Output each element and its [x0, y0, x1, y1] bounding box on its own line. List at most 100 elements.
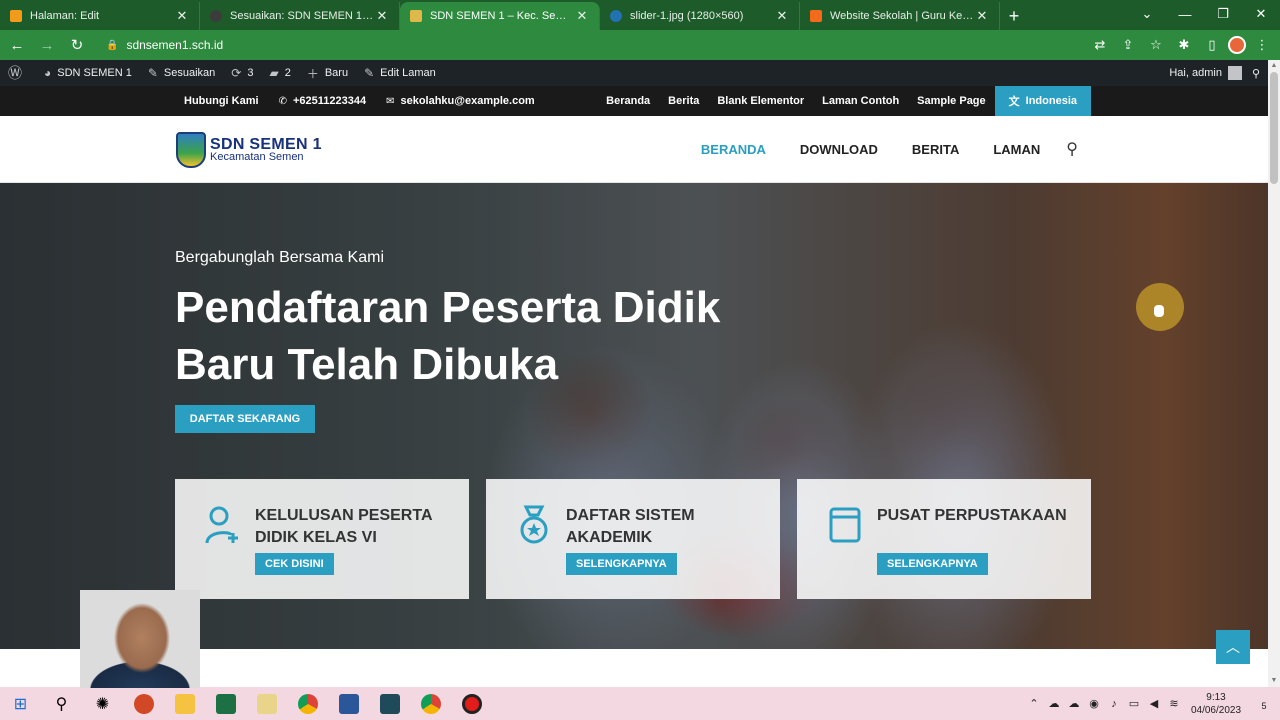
hero-kicker: Bergabunglah Bersama Kami: [175, 249, 385, 266]
tab-title: Halaman: Edit: [30, 10, 100, 22]
nav-download[interactable]: DOWNLOAD: [800, 142, 878, 157]
maximize-icon[interactable]: ❐: [1204, 0, 1242, 28]
powerpoint-icon[interactable]: [123, 687, 164, 720]
notification-icon[interactable]: 5: [1248, 696, 1280, 712]
daftar-sekarang-button[interactable]: DAFTAR SEKARANG: [175, 405, 315, 433]
topbar-link-blank-elementor[interactable]: Blank Elementor: [708, 95, 813, 107]
topbar-link-beranda[interactable]: Beranda: [597, 95, 659, 107]
address-bar[interactable]: 🔒 sdnsemen1.sch.id: [98, 33, 1078, 57]
tab-title: SDN SEMEN 1 – Kec. Semen Kab.: [430, 10, 575, 22]
chevron-up-icon[interactable]: ⌃: [1024, 697, 1044, 710]
cursor-highlight: [1136, 283, 1184, 331]
card-title: PUSAT PERPUSTAKAAN: [877, 507, 1067, 524]
site-logo[interactable]: SDN SEMEN 1 Kecamatan Semen: [176, 132, 322, 168]
word-icon[interactable]: [328, 687, 369, 720]
profile-avatar-icon[interactable]: [1228, 36, 1246, 54]
topbar-link-berita[interactable]: Berita: [659, 95, 708, 107]
browser-tab-active[interactable]: SDN SEMEN 1 – Kec. Semen Kab. ✕: [400, 2, 600, 30]
site-topbar: Hubungi Kami ✆ +62511223344 ✉ sekolahku@ex…: [0, 86, 1268, 116]
search-icon[interactable]: ⚲: [1066, 139, 1078, 159]
email-info[interactable]: ✉ sekolahku@example.com: [386, 95, 535, 107]
record-icon[interactable]: [451, 687, 492, 720]
nav-berita[interactable]: BERITA: [912, 142, 959, 157]
phone-info[interactable]: ✆ +62511223344: [279, 95, 367, 107]
language-switcher[interactable]: 文 Indonesia: [994, 86, 1091, 116]
translate-icon[interactable]: ⇄: [1088, 33, 1112, 57]
browser-tab[interactable]: Website Sekolah | Guru Kediri ✕: [800, 2, 1000, 30]
browser-tab[interactable]: Sesuaikan: SDN SEMEN 1 – Kec. S ✕: [200, 2, 400, 30]
wp-account[interactable]: Hai, admin ⚲: [1169, 60, 1260, 86]
wp-updates[interactable]: ⟳ 3: [223, 60, 261, 86]
wp-edit-page[interactable]: ✎ Edit Laman: [356, 60, 444, 86]
lock-icon: 🔒: [106, 39, 119, 51]
bookmark-star-icon[interactable]: ☆: [1144, 33, 1168, 57]
close-tab-icon[interactable]: ✕: [775, 8, 789, 24]
wp-comments[interactable]: ▰ 2: [261, 60, 298, 86]
minimize-icon[interactable]: —: [1166, 0, 1204, 28]
scroll-down-icon[interactable]: ▼: [1268, 675, 1280, 687]
app-icon[interactable]: [369, 687, 410, 720]
school-emblem-icon: [176, 132, 206, 168]
microphone-icon[interactable]: ♪: [1104, 698, 1124, 710]
volume-icon[interactable]: ◀: [1144, 697, 1164, 710]
medal-icon: [520, 505, 548, 544]
browser-tab-strip: Halaman: Edit ✕ Sesuaikan: SDN SEMEN 1 –…: [0, 0, 1280, 30]
scroll-up-icon[interactable]: ▲: [1268, 60, 1280, 72]
close-tab-icon[interactable]: ✕: [175, 8, 189, 24]
chrome-icon[interactable]: [287, 687, 328, 720]
site-header: SDN SEMEN 1 Kecamatan Semen BERANDA DOWN…: [0, 116, 1268, 183]
search-icon[interactable]: ⚲: [1252, 67, 1260, 80]
topbar-link-sample-page[interactable]: Sample Page: [908, 95, 994, 107]
contact-label: Hubungi Kami: [184, 95, 259, 107]
close-tab-icon[interactable]: ✕: [575, 8, 589, 24]
side-panel-icon[interactable]: ▯: [1200, 33, 1224, 57]
cloud-icon[interactable]: ☁: [1064, 697, 1084, 710]
cek-disini-button[interactable]: CEK DISINI: [255, 553, 334, 575]
wp-site-name[interactable]: ◕ SDN SEMEN 1: [36, 60, 140, 86]
chrome-icon[interactable]: [410, 687, 451, 720]
chevron-up-icon: ︿: [1226, 639, 1240, 655]
browser-tab[interactable]: Halaman: Edit ✕: [0, 2, 200, 30]
app-icon[interactable]: [246, 687, 287, 720]
site-favicon-icon: [410, 10, 422, 22]
hero-headline: Pendaftaran Peserta Didik Baru Telah Dib…: [175, 283, 721, 389]
browser-tab[interactable]: slider-1.jpg (1280×560) ✕: [600, 2, 800, 30]
nav-laman[interactable]: LAMAN: [993, 142, 1040, 157]
reload-icon[interactable]: ↻: [64, 32, 90, 58]
cloud-icon[interactable]: ☁: [1044, 697, 1064, 710]
forward-arrow-icon[interactable]: →: [34, 32, 60, 58]
search-icon[interactable]: ⚲: [41, 687, 82, 720]
wp-customize[interactable]: ✎ Sesuaikan: [140, 60, 223, 86]
back-arrow-icon[interactable]: ←: [4, 32, 30, 58]
selengkapnya-button[interactable]: SELENGKAPNYA: [877, 553, 988, 575]
close-tab-icon[interactable]: ✕: [375, 8, 389, 24]
close-tab-icon[interactable]: ✕: [975, 8, 989, 24]
close-window-icon[interactable]: ✕: [1242, 0, 1280, 28]
wp-new[interactable]: ＋ Baru: [299, 60, 356, 86]
page-scrollbar[interactable]: ▲ ▼: [1268, 60, 1280, 687]
menu-kebab-icon[interactable]: ⋮: [1250, 33, 1274, 57]
camera-icon[interactable]: ◉: [1084, 697, 1104, 710]
battery-icon[interactable]: ▭: [1124, 697, 1144, 710]
topbar-link-laman-contoh[interactable]: Laman Contoh: [813, 95, 908, 107]
wifi-icon[interactable]: ≋: [1164, 697, 1184, 710]
tab-search-icon[interactable]: ⌄: [1128, 0, 1166, 28]
excel-icon[interactable]: [205, 687, 246, 720]
extensions-puzzle-icon[interactable]: ✱: [1172, 33, 1196, 57]
system-tray: ⌃ ☁ ☁ ◉ ♪ ▭ ◀ ≋ 9:13 04/06/2023 5: [1024, 687, 1280, 720]
share-icon[interactable]: ⇪: [1116, 33, 1140, 57]
scrollbar-thumb[interactable]: [1270, 72, 1278, 184]
browser-toolbar: ← → ↻ 🔒 sdnsemen1.sch.id ⇄ ⇪ ☆ ✱ ▯ ⋮: [0, 30, 1280, 60]
contact-info: Hubungi Kami ✆ +62511223344 ✉ sekolahku@ex…: [184, 86, 535, 116]
blogger-favicon-icon: [810, 10, 822, 22]
file-explorer-icon[interactable]: [164, 687, 205, 720]
tab-title: Sesuaikan: SDN SEMEN 1 – Kec. S: [230, 10, 375, 22]
new-tab-button[interactable]: +: [1000, 2, 1028, 30]
app-icon[interactable]: ✺: [82, 687, 123, 720]
nav-beranda[interactable]: BERANDA: [701, 142, 766, 157]
back-to-top-button[interactable]: ︿: [1216, 630, 1250, 664]
start-windows-icon[interactable]: ⊞: [0, 687, 41, 720]
taskbar-clock[interactable]: 9:13 04/06/2023: [1184, 691, 1248, 717]
selengkapnya-button[interactable]: SELENGKAPNYA: [566, 553, 677, 575]
wp-logo-icon[interactable]: Ⓦ: [0, 60, 36, 86]
